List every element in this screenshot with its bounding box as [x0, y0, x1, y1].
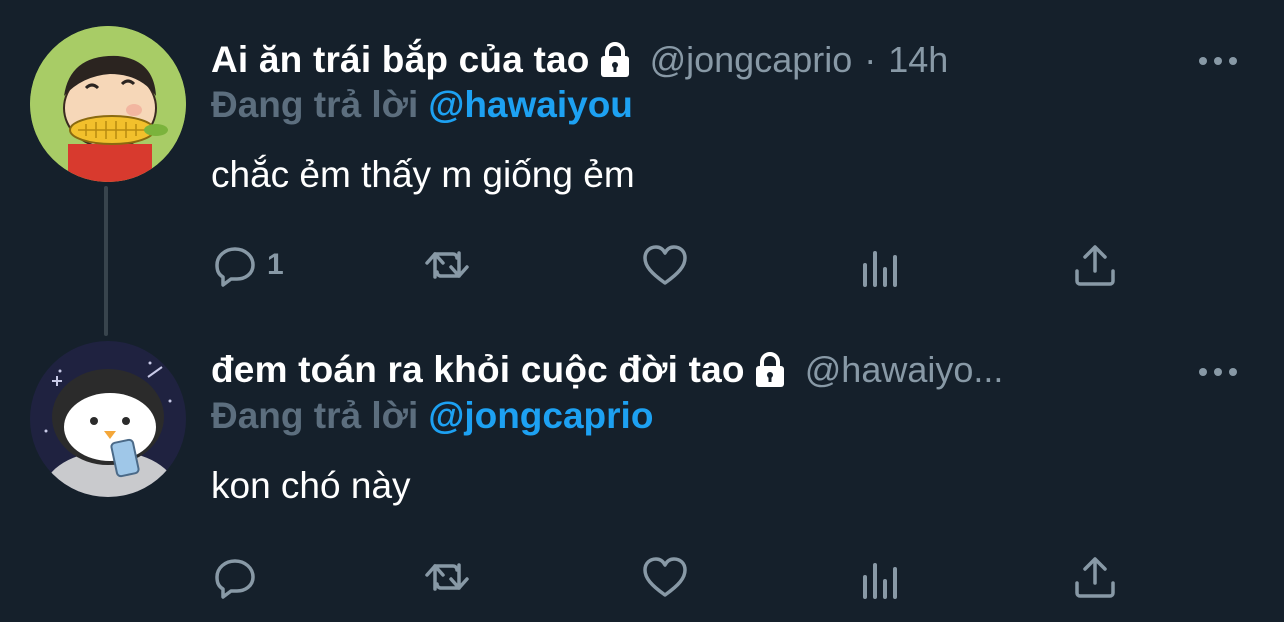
separator-dot: · — [864, 39, 877, 80]
analytics-icon — [863, 563, 897, 599]
tweet-text: kon chó này — [211, 465, 411, 506]
avatar[interactable] — [30, 341, 186, 497]
avatar-image — [30, 341, 186, 497]
analytics-icon — [863, 251, 897, 287]
share-icon — [1075, 245, 1115, 286]
retweet-icon — [425, 563, 469, 591]
lock-icon — [600, 42, 629, 77]
tweet-text: chắc ẻm thấy m giống ẻm — [211, 154, 635, 195]
share-icon — [1075, 557, 1115, 598]
heart-icon — [643, 245, 687, 285]
share-button[interactable] — [1071, 553, 1119, 601]
replying-to-handle[interactable]: @hawaiyou — [428, 84, 633, 125]
user-handle[interactable]: @hawaiyo... — [805, 349, 1004, 391]
action-bar: 1 — [211, 241, 1141, 291]
tweet-header: đem toán ra khỏi cuộc đời tao @hawaiyo..… — [211, 346, 1244, 394]
reply-count: 1 — [267, 248, 284, 281]
lock-icon — [755, 352, 784, 387]
avatar-image — [30, 26, 186, 182]
like-button[interactable] — [641, 553, 689, 601]
tweet[interactable]: đem toán ra khỏi cuộc đời tao @hawaiyo..… — [0, 311, 1284, 622]
display-name[interactable]: đem toán ra khỏi cuộc đời tao — [211, 349, 745, 391]
user-handle[interactable]: @jongcaprio — [650, 39, 853, 81]
tweet[interactable]: Ai ăn trái bắp của tao @jongcaprio · 14h… — [0, 0, 1284, 311]
action-bar — [211, 553, 1141, 603]
retweet-icon — [425, 251, 469, 279]
replying-to-handle[interactable]: @jongcaprio — [428, 395, 653, 436]
retweet-button[interactable] — [423, 553, 471, 601]
avatar[interactable] — [30, 26, 186, 182]
retweet-button[interactable] — [423, 241, 471, 289]
replying-to-label: Đang trả lời — [211, 84, 419, 125]
replying-to: Đang trả lời @jongcaprio — [211, 395, 653, 437]
more-icon[interactable] — [1198, 367, 1238, 377]
like-button[interactable] — [641, 241, 689, 289]
display-name[interactable]: Ai ăn trái bắp của tao — [211, 39, 590, 81]
tweet-header: Ai ăn trái bắp của tao @jongcaprio · 14h — [211, 36, 1244, 84]
reply-button[interactable] — [211, 553, 267, 601]
replying-to: Đang trả lời @hawaiyou — [211, 84, 633, 126]
more-icon[interactable] — [1198, 56, 1238, 66]
analytics-button[interactable] — [857, 241, 905, 289]
timestamp[interactable]: 14h — [888, 39, 948, 81]
reply-icon — [215, 247, 255, 287]
analytics-button[interactable] — [857, 553, 905, 601]
heart-icon — [643, 557, 687, 597]
reply-button[interactable]: 1 — [211, 241, 284, 289]
share-button[interactable] — [1071, 241, 1119, 289]
reply-icon — [215, 559, 255, 599]
replying-to-label: Đang trả lời — [211, 395, 419, 436]
